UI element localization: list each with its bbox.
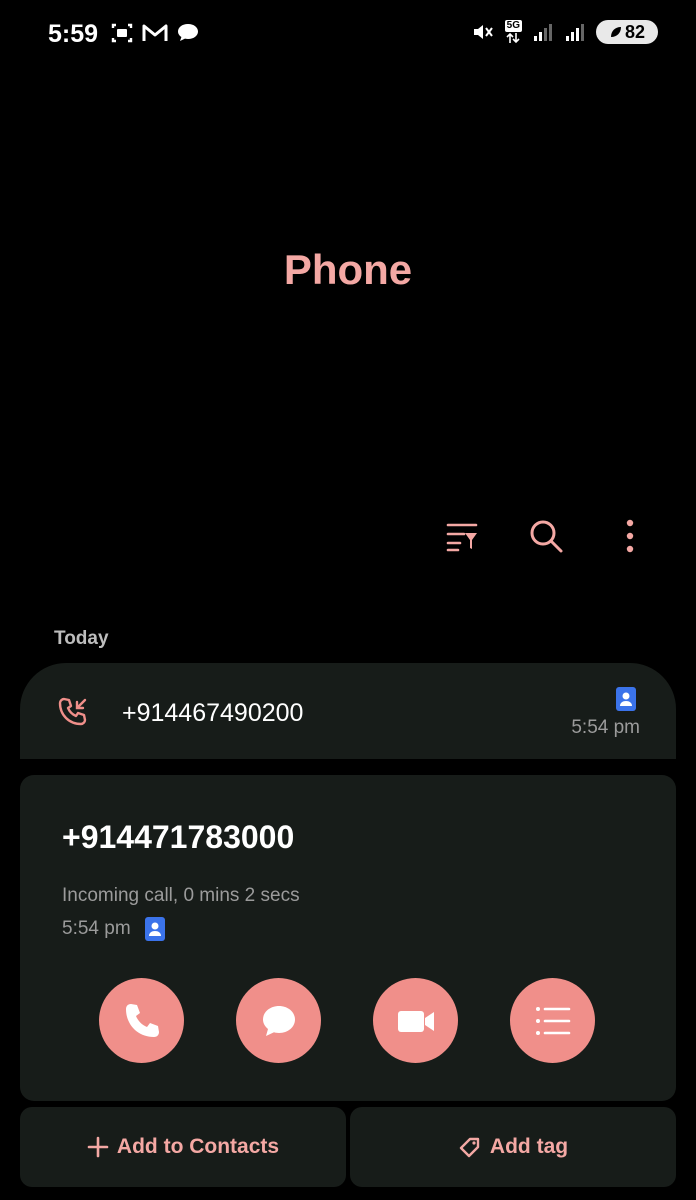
mute-icon bbox=[473, 25, 493, 39]
contact-card-icon bbox=[616, 687, 636, 711]
video-call-button[interactable] bbox=[373, 978, 458, 1063]
toolbar bbox=[442, 516, 650, 556]
signal-icon bbox=[566, 24, 584, 41]
network-type: 5G bbox=[504, 20, 522, 32]
details-number: +914471783000 bbox=[62, 819, 295, 855]
message-icon bbox=[262, 1005, 295, 1036]
more-options-icon bbox=[626, 519, 634, 553]
call-button[interactable] bbox=[99, 978, 184, 1063]
message-button[interactable] bbox=[236, 978, 321, 1063]
details-button[interactable] bbox=[510, 978, 595, 1063]
more-options-button[interactable] bbox=[610, 516, 650, 556]
add-to-contacts-label: Add to Contacts bbox=[116, 1135, 280, 1158]
tag-icon bbox=[459, 1137, 480, 1158]
call-icon bbox=[125, 1003, 159, 1037]
call-log-item[interactable]: +914467490200 5:54 pm bbox=[20, 663, 676, 759]
section-header-today: Today bbox=[54, 628, 109, 649]
notification-icons bbox=[110, 22, 200, 44]
call-number: +914467490200 bbox=[122, 699, 304, 727]
status-bar: 5:59 5G 82 bbox=[0, 0, 696, 72]
filter-button[interactable] bbox=[442, 516, 482, 556]
call-actions bbox=[99, 978, 595, 1063]
battery-saver-icon bbox=[610, 27, 621, 37]
page-title: Phone bbox=[283, 246, 413, 293]
contact-card-icon bbox=[144, 917, 165, 941]
battery-indicator: 82 bbox=[596, 20, 658, 44]
search-icon bbox=[530, 520, 563, 553]
signal-icon bbox=[534, 24, 552, 41]
details-icon bbox=[535, 1006, 570, 1035]
network-indicator: 5G bbox=[504, 20, 522, 44]
screenshot-icon bbox=[111, 23, 133, 43]
gmail-icon bbox=[142, 24, 168, 41]
search-button[interactable] bbox=[526, 516, 566, 556]
chat-icon bbox=[178, 24, 198, 41]
details-time: 5:54 pm bbox=[62, 918, 131, 939]
filter-icon bbox=[446, 523, 478, 552]
incoming-call-icon bbox=[58, 697, 87, 726]
call-details-card: +914471783000 Incoming call, 0 mins 2 se… bbox=[20, 775, 676, 1101]
status-time: 5:59 bbox=[48, 20, 99, 48]
plus-icon bbox=[87, 1136, 109, 1158]
battery-level: 82 bbox=[624, 21, 646, 42]
system-icons: 5G 82 bbox=[471, 20, 658, 44]
add-tag-label: Add tag bbox=[489, 1135, 569, 1158]
add-tag-button[interactable]: Add tag bbox=[350, 1107, 676, 1187]
data-arrows-icon bbox=[506, 32, 520, 44]
call-time: 5:54 pm bbox=[571, 717, 640, 738]
call-description: Incoming call, 0 mins 2 secs bbox=[62, 885, 300, 906]
video-call-icon bbox=[397, 1010, 434, 1032]
add-to-contacts-button[interactable]: Add to Contacts bbox=[20, 1107, 346, 1187]
details-time-row: 5:54 pm bbox=[62, 917, 165, 941]
